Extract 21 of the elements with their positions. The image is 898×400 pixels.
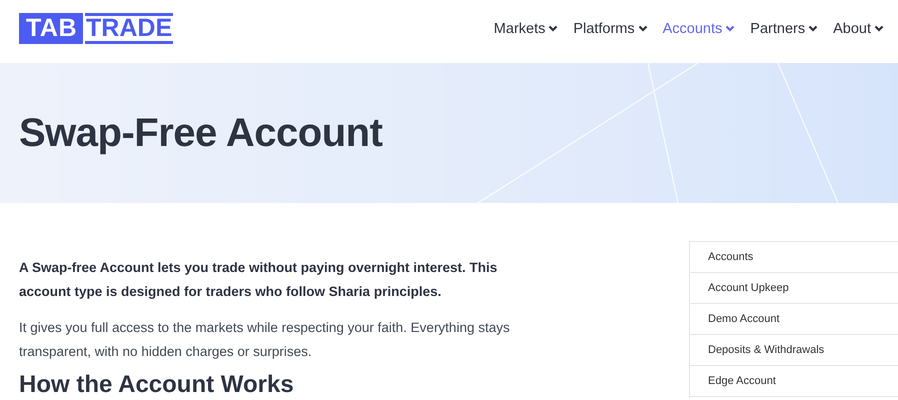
chevron-down-icon — [638, 25, 648, 32]
sidebar-link[interactable]: Accounts — [690, 242, 898, 273]
sidebar-link[interactable]: Account Upkeep — [690, 273, 898, 304]
logo-left[interactable]: TAB — [19, 13, 84, 44]
nav-link[interactable]: Platforms — [573, 20, 648, 36]
page-title: Swap-Free Account — [19, 110, 382, 156]
chevron-down-icon — [725, 25, 736, 32]
chevron-down-icon — [808, 25, 818, 32]
sidebar-link[interactable]: Demo Account — [690, 304, 898, 335]
nav-link[interactable]: Markets — [494, 20, 558, 36]
chevron-down-icon — [874, 25, 884, 32]
chevron-down-icon — [548, 25, 558, 32]
body-paragraph: It gives you full access to the markets while respecting your faith. Everything stays transparent, with no hidden charges or surprises. — [19, 319, 511, 361]
logo-right[interactable]: TRADE — [85, 13, 174, 44]
sidebar-link[interactable]: Edge Account — [690, 366, 898, 397]
nav-link[interactable]: Accounts — [662, 20, 736, 36]
sidebar-link[interactable]: Deposits & Withdrawals — [690, 335, 898, 366]
lead-paragraph: A Swap-free Account lets you trade without paying overnight interest. This account type is designed for traders who follow Sharia principles. — [19, 259, 498, 301]
nav-link[interactable]: About — [833, 20, 884, 36]
nav-link[interactable]: Partners — [750, 20, 818, 36]
section-heading: How the Account Works — [19, 372, 295, 398]
